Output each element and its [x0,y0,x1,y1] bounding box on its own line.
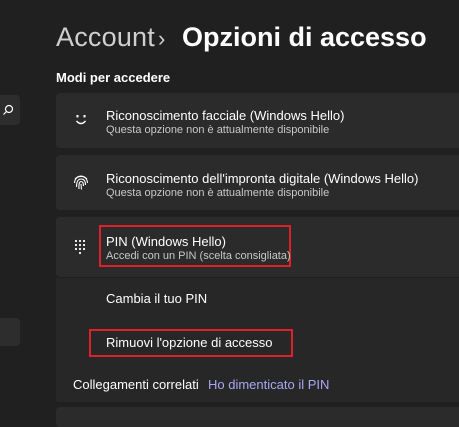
option-pin-title: PIN (Windows Hello) [106,234,226,249]
next-card[interactable] [56,407,459,427]
nav-search-box[interactable] [0,95,20,125]
change-pin-button[interactable]: Cambia il tuo PIN [106,291,207,306]
search-icon[interactable] [2,103,14,121]
option-face-subtitle: Questa opzione non è attualmente disponi… [106,124,330,136]
nav-selected-item[interactable] [0,318,20,346]
option-fingerprint-subtitle: Questa opzione non è attualmente disponi… [106,187,330,199]
option-fingerprint-title: Riconoscimento dell'impronta digitale (W… [106,171,419,186]
face-icon [74,113,88,132]
remove-signin-option-button[interactable]: Rimuovi l'opzione di accesso [106,335,273,350]
option-face-recognition[interactable]: Riconoscimento facciale (Windows Hello) … [56,93,459,148]
pin-keypad-icon [74,239,86,260]
fingerprint-icon [72,173,90,196]
option-face-title: Riconoscimento facciale (Windows Hello) [106,108,345,123]
page-title: Opzioni di accesso [182,22,427,52]
section-title: Modi per accedere [56,70,171,85]
option-fingerprint[interactable]: Riconoscimento dell'impronta digitale (W… [56,155,459,210]
related-links-label: Collegamenti correlati [73,377,199,392]
breadcrumb-chevron-icon: › [158,26,166,51]
option-pin-subtitle: Accedi con un PIN (scelta consigliata) [106,250,291,262]
forgot-pin-link[interactable]: Ho dimenticato il PIN [208,377,329,392]
breadcrumb-parent[interactable]: Account [56,22,155,53]
